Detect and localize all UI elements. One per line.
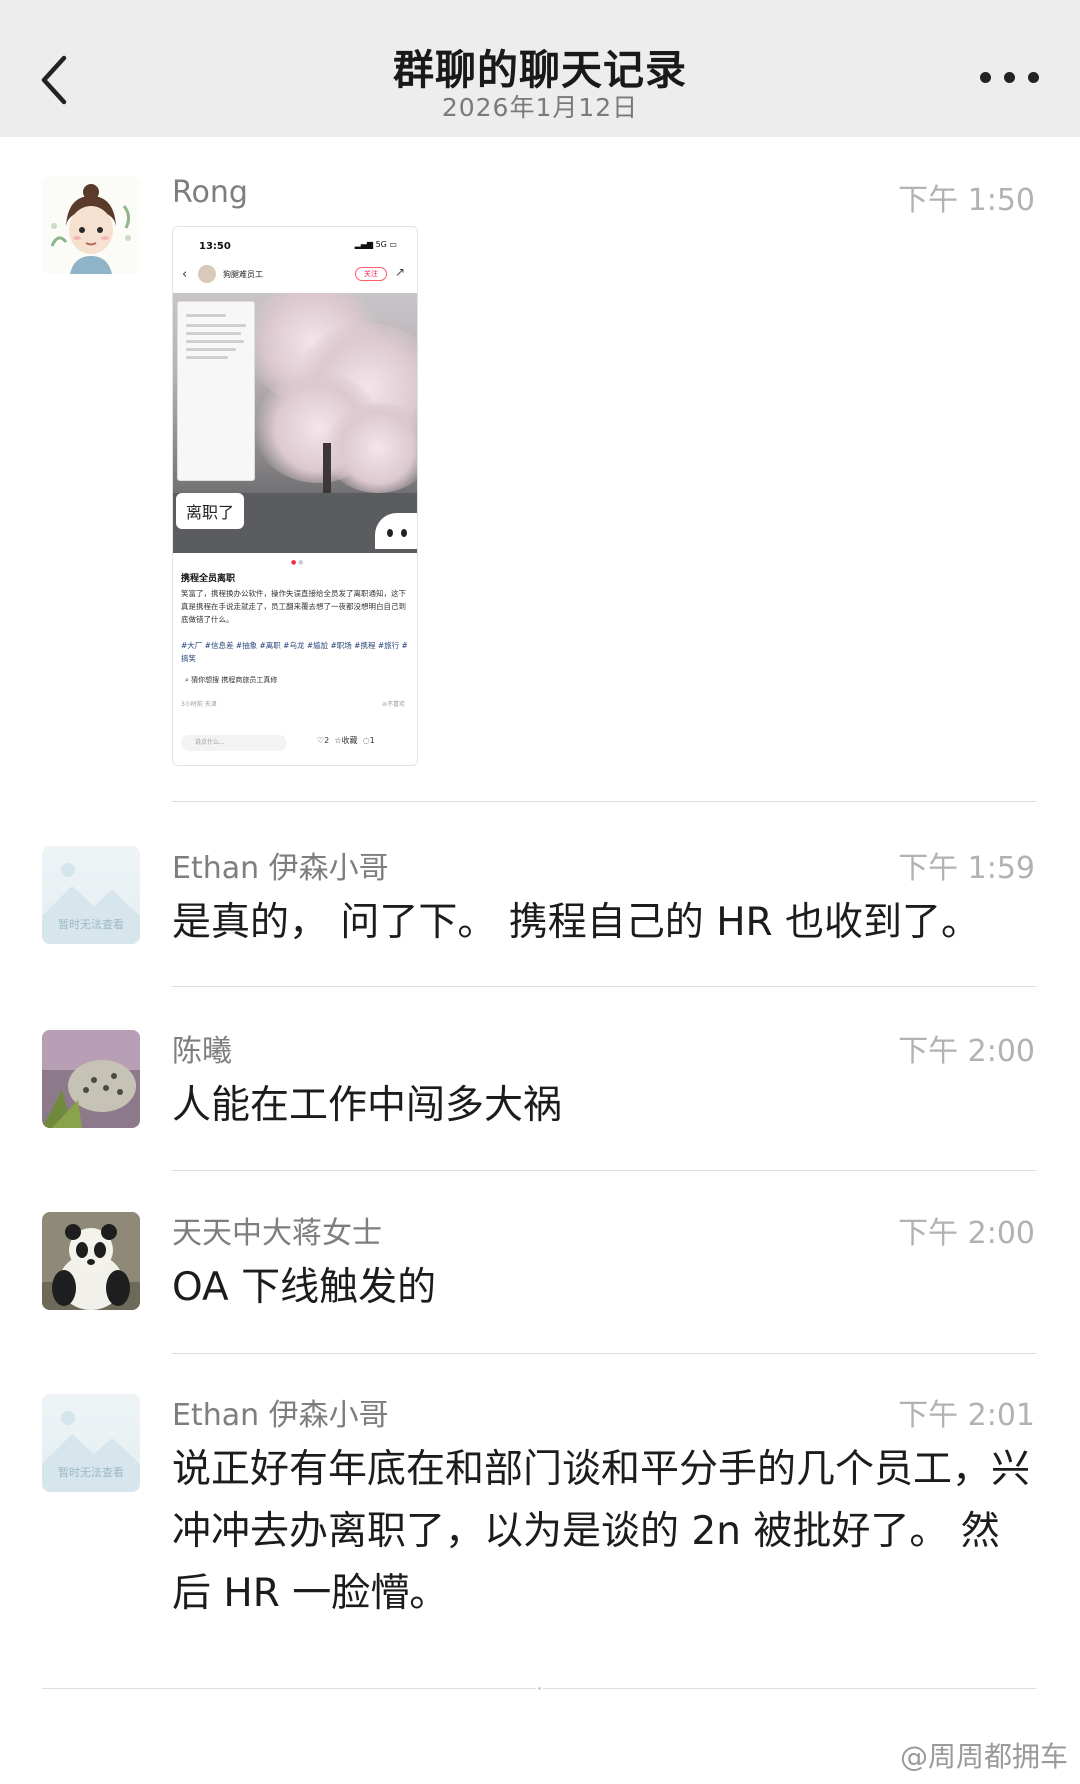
avatar-caption: 暂时无法查看 bbox=[58, 1466, 124, 1479]
shot-not-interested: ⊘不喜欢 bbox=[381, 701, 405, 708]
sender-name: 天天中大蒋女士 bbox=[172, 1216, 382, 1251]
nav-header: 群聊的聊天记录 2026年1月12日 bbox=[0, 0, 1080, 137]
shot-photo: 离职了 bbox=[173, 293, 417, 553]
battery-icon: ▭ bbox=[386, 240, 397, 249]
avatar[interactable] bbox=[42, 176, 140, 274]
shot-follow-button: 关注 bbox=[355, 267, 387, 281]
message-text: OA 下线触发的 bbox=[172, 1265, 437, 1310]
watermark: @周周都拥车 bbox=[899, 1740, 1068, 1773]
star-icon: ☆ bbox=[334, 736, 342, 745]
girl-avatar-icon bbox=[42, 176, 140, 274]
message-time: 下午 2:01 bbox=[898, 1398, 1035, 1433]
avatar bbox=[198, 265, 216, 283]
message-text: 说正好有年底在和部门谈和平分手的几个员工，兴冲冲去办离职了，以为是谈的 2n 被… bbox=[172, 1447, 1031, 1616]
shot-post-title: 携程全员离职 bbox=[181, 574, 236, 584]
sender-name: Ethan 伊森小哥 bbox=[172, 1398, 389, 1433]
sender-name: Rong bbox=[172, 175, 248, 210]
avatar-caption: 暂时无法查看 bbox=[58, 918, 124, 931]
message-time: 下午 2:00 bbox=[898, 1034, 1035, 1069]
shot-status-signal: ▂▄▆ 5G ▭ bbox=[354, 240, 397, 249]
face-sticker-icon bbox=[375, 513, 417, 549]
shot-status-time: 13:50 bbox=[199, 241, 231, 252]
shot-action-bar: ♡2 ☆收藏 ◌1 bbox=[317, 736, 375, 745]
panda-avatar-icon bbox=[42, 1212, 140, 1310]
sender-name: 陈曦 bbox=[172, 1034, 232, 1069]
sender-name: Ethan 伊森小哥 bbox=[172, 851, 389, 886]
shot-tag-label: 离职了 bbox=[176, 493, 245, 529]
message-text: 人能在工作中闯多大祸 bbox=[172, 1083, 563, 1128]
message-divider bbox=[172, 1170, 1036, 1171]
message-divider bbox=[172, 801, 1036, 802]
phone-screenshot bbox=[177, 301, 255, 481]
message-time: 下午 1:59 bbox=[898, 851, 1035, 886]
avatar[interactable] bbox=[42, 1030, 140, 1128]
share-icon: ↗ bbox=[395, 265, 406, 279]
avatar[interactable]: 暂时无法查看 bbox=[42, 846, 140, 944]
chevron-left-icon: ‹ bbox=[182, 267, 188, 282]
signal-icon: ▂▄▆ bbox=[354, 240, 376, 249]
comment-icon: ◌ bbox=[362, 736, 370, 745]
page-subtitle-date: 2026年1月12日 bbox=[441, 93, 639, 122]
shot-account-name: 狗腿难员工 bbox=[223, 270, 263, 279]
shot-comment-input: 说点什么... bbox=[181, 735, 287, 751]
page-title: 群聊的聊天记录 bbox=[393, 46, 687, 94]
leopard-avatar-icon bbox=[42, 1030, 140, 1128]
message-time: 下午 2:00 bbox=[898, 1216, 1035, 1251]
shot-post-meta: 3小时前 天津 bbox=[181, 701, 217, 708]
message-text: 是真的， 问了下。 携程自己的 HR 也收到了。 bbox=[172, 900, 981, 945]
message-time: 下午 1:50 bbox=[898, 183, 1035, 218]
more-dots-icon bbox=[980, 72, 991, 83]
avatar[interactable]: 暂时无法查看 bbox=[42, 1394, 140, 1492]
carousel-dots: ● ● bbox=[291, 559, 304, 566]
shot-post-tags: #大厂 #信息差 #抽象 #离职 #乌龙 #尴尬 #职场 #携程 #旅行 #搞笑 bbox=[181, 641, 408, 663]
image-message[interactable]: 13:50 ▂▄▆ 5G ▭ ‹ 狗腿难员工 关注 ↗ 离职了 ● ● 携程全员… bbox=[172, 226, 418, 766]
list-end-dot bbox=[536, 1685, 543, 1692]
more-button[interactable] bbox=[970, 62, 1060, 94]
message-divider bbox=[172, 1353, 1036, 1354]
shot-search-hint: ⌕ 猜你想搜 携程商旅员工真修 bbox=[185, 676, 278, 684]
avatar[interactable] bbox=[42, 1212, 140, 1310]
message-divider bbox=[172, 986, 1036, 987]
shot-post-body: 笑富了，携程换办公软件，操作失误直接给全员发了离职通知，这下真是携程在手说走就走… bbox=[181, 589, 406, 624]
